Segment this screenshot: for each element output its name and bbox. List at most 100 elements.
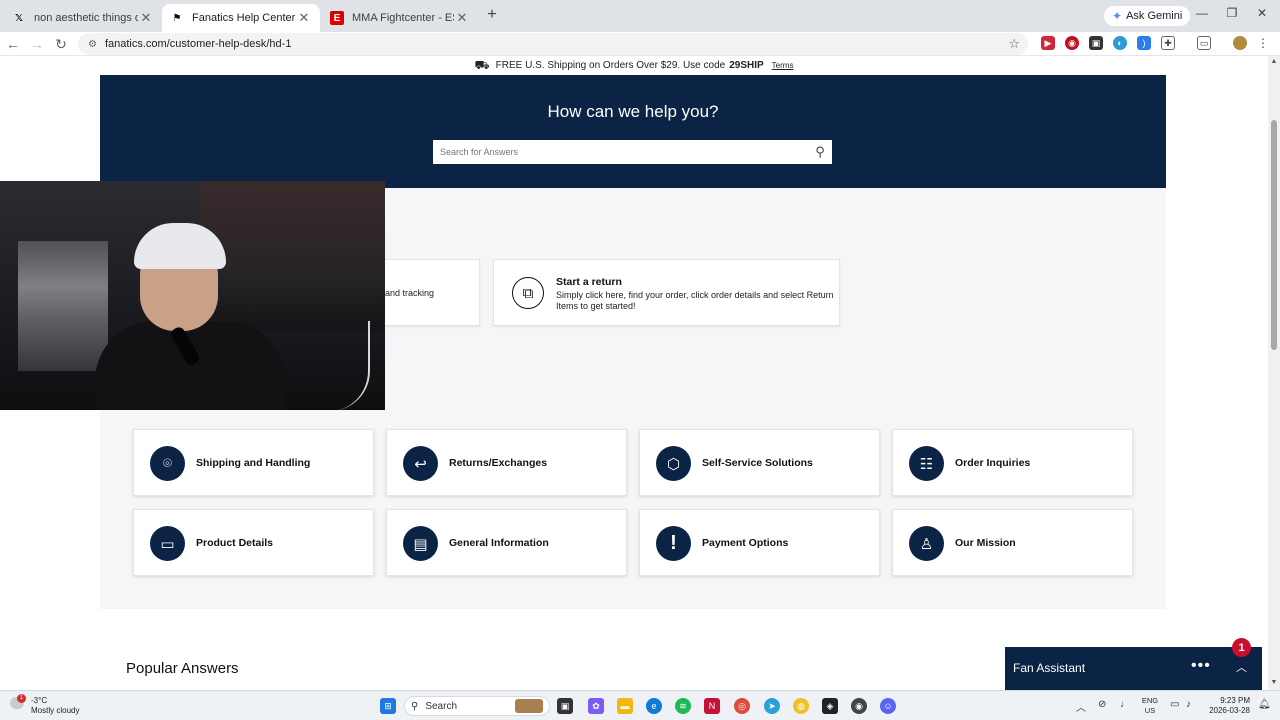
- box-icon: ⬡: [656, 446, 691, 481]
- copilot-icon[interactable]: ✿: [588, 698, 604, 714]
- category-label: Shipping and Handling: [196, 457, 311, 469]
- extension-wave-icon[interactable]: ): [1137, 36, 1151, 50]
- tab-espn[interactable]: E MMA Fightcenter - ESPN ✕: [322, 4, 478, 32]
- system-clock[interactable]: 9:23 PM 2026-03-28: [1202, 696, 1250, 716]
- background-jersey: [200, 181, 385, 331]
- taskbar-search[interactable]: ⚲ Search: [404, 696, 550, 716]
- tab-title: non aesthetic things on X: "this: [34, 12, 138, 24]
- start-return-card[interactable]: ⧉ Start a return Simply click here, find…: [493, 259, 840, 326]
- spotify-icon[interactable]: ≋: [675, 698, 691, 714]
- help-hero: How can we help you? ⚲: [100, 75, 1166, 188]
- receipt-icon: ☷: [909, 446, 944, 481]
- address-bar[interactable]: ⚙ fanatics.com/customer-help-desk/hd-1 ☆: [78, 33, 1028, 55]
- minimize-icon[interactable]: —: [1192, 6, 1212, 20]
- tab-x-post[interactable]: 𝕏 non aesthetic things on X: "this ✕: [4, 4, 162, 32]
- site-info-icon[interactable]: ⚙: [88, 39, 97, 50]
- language-code: ENG: [1141, 696, 1159, 705]
- microphone-icon[interactable]: ♩: [1120, 699, 1130, 710]
- file-explorer-icon[interactable]: ▬: [617, 698, 633, 714]
- close-icon[interactable]: ✕: [138, 10, 154, 26]
- scroll-up-icon[interactable]: ▲: [1268, 58, 1280, 65]
- language-indicator[interactable]: ENG US: [1138, 696, 1162, 716]
- ask-gemini-button[interactable]: ✦ Ask Gemini: [1104, 6, 1191, 26]
- app-dark-icon[interactable]: ◈: [822, 698, 838, 714]
- temperature: -3°C: [31, 696, 48, 705]
- espn-logo-icon: E: [330, 11, 344, 25]
- display-icon[interactable]: ▭: [1170, 699, 1179, 710]
- discord-icon[interactable]: ☺: [880, 698, 896, 714]
- category-our-mission[interactable]: ♙ Our Mission: [892, 509, 1133, 576]
- task-view-icon[interactable]: ▣: [557, 698, 573, 714]
- promo-banner: ⛟ FREE U.S. Shipping on Orders Over $29.…: [0, 56, 1268, 75]
- chat-app-icon[interactable]: ◍: [793, 698, 809, 714]
- region-code: US: [1144, 706, 1156, 715]
- tray-overflow-icon[interactable]: ︿: [1076, 699, 1086, 714]
- windows-taskbar: 1 -3°C Mostly cloudy ⊞ ⚲ Search ▣ ✿ ▬ e …: [0, 690, 1280, 720]
- return-arrow-icon: ↩: [403, 446, 438, 481]
- help-search-box[interactable]: ⚲: [433, 140, 832, 164]
- category-self-service[interactable]: ⬡ Self-Service Solutions: [639, 429, 880, 496]
- next-app-icon[interactable]: N: [704, 698, 720, 714]
- category-shipping[interactable]: ⌾ Shipping and Handling: [133, 429, 374, 496]
- reload-icon[interactable]: ↻: [52, 34, 70, 54]
- bookmark-star-icon[interactable]: ☆: [1008, 36, 1020, 52]
- fan-assistant-widget[interactable]: Fan Assistant ••• ︿: [1005, 647, 1262, 690]
- category-order-inquiries[interactable]: ☷ Order Inquiries: [892, 429, 1133, 496]
- close-icon[interactable]: ✕: [454, 10, 470, 26]
- chevron-up-icon[interactable]: ︿: [1236, 659, 1247, 675]
- clock-date: 2026-03-28: [1209, 706, 1250, 715]
- person-icon: ♙: [909, 526, 944, 561]
- close-icon[interactable]: ✕: [296, 10, 312, 26]
- back-arrow-icon[interactable]: ←: [4, 34, 22, 54]
- windows-start-icon[interactable]: ⊞: [380, 698, 396, 714]
- window-close-icon[interactable]: ✕: [1252, 6, 1272, 20]
- promo-text: FREE U.S. Shipping on Orders Over $29. U…: [495, 60, 726, 71]
- side-panel-icon[interactable]: ▭: [1197, 36, 1211, 50]
- edge-browser-icon[interactable]: e: [646, 698, 662, 714]
- search-icon[interactable]: ⚲: [808, 144, 832, 160]
- category-payment-options[interactable]: ! Payment Options: [639, 509, 880, 576]
- extensions-puzzle-icon[interactable]: ✚: [1161, 36, 1175, 50]
- category-general-info[interactable]: ▤ General Information: [386, 509, 627, 576]
- search-icon: ⚲: [411, 700, 419, 712]
- notifications-bell-icon[interactable]: 🔔︎: [1258, 699, 1271, 710]
- extension-blue-icon[interactable]: ◐: [1113, 36, 1127, 50]
- extension-circle-icon[interactable]: ◉: [1065, 36, 1079, 50]
- weather-condition: Mostly cloudy: [31, 706, 80, 715]
- url-text: fanatics.com/customer-help-desk/hd-1: [104, 38, 292, 50]
- x-logo-icon: 𝕏: [14, 12, 24, 24]
- background-shelf: [18, 241, 108, 371]
- obs-icon[interactable]: ◉: [851, 698, 867, 714]
- volume-icon[interactable]: ♪: [1186, 699, 1191, 710]
- help-search-input[interactable]: [440, 147, 808, 157]
- start-return-title: Start a return: [556, 276, 622, 288]
- tab-title: MMA Fightcenter - ESPN: [352, 12, 454, 24]
- extension-dark-icon[interactable]: ▣: [1089, 36, 1103, 50]
- profile-avatar[interactable]: [1233, 36, 1247, 50]
- terms-link[interactable]: Terms: [772, 61, 794, 70]
- more-options-icon[interactable]: •••: [1191, 657, 1211, 675]
- chrome-icon[interactable]: ◎: [734, 698, 750, 714]
- promo-code: 29SHIP: [729, 60, 764, 71]
- category-returns[interactable]: ↩ Returns/Exchanges: [386, 429, 627, 496]
- notification-badge: 1: [1232, 638, 1251, 657]
- scroll-down-icon[interactable]: ▼: [1268, 679, 1280, 686]
- page-scrollbar[interactable]: ▲ ▼: [1268, 56, 1280, 690]
- telegram-icon[interactable]: ➤: [764, 698, 780, 714]
- browser-menu-icon[interactable]: ⋮: [1256, 36, 1270, 50]
- forward-arrow-icon[interactable]: →: [28, 34, 46, 54]
- extension-red-icon[interactable]: ▶: [1041, 36, 1055, 50]
- search-highlight-image: [515, 699, 543, 713]
- restore-icon[interactable]: ❐: [1222, 6, 1242, 20]
- category-label: Order Inquiries: [955, 457, 1031, 469]
- scrollbar-thumb[interactable]: [1271, 120, 1277, 350]
- category-label: Payment Options: [702, 537, 789, 549]
- popular-answers-heading: Popular Answers: [126, 660, 239, 677]
- category-product-details[interactable]: ▭ Product Details: [133, 509, 374, 576]
- new-tab-button[interactable]: +: [484, 6, 500, 26]
- gemini-label: Ask Gemini: [1126, 10, 1183, 22]
- start-return-desc: Simply click here, find your order, clic…: [556, 290, 834, 311]
- network-icon[interactable]: ⊘: [1098, 699, 1106, 710]
- tab-fanatics[interactable]: ⚑ Fanatics Help Center | Custome ✕: [162, 4, 320, 32]
- truck-icon: ⛟: [474, 57, 490, 72]
